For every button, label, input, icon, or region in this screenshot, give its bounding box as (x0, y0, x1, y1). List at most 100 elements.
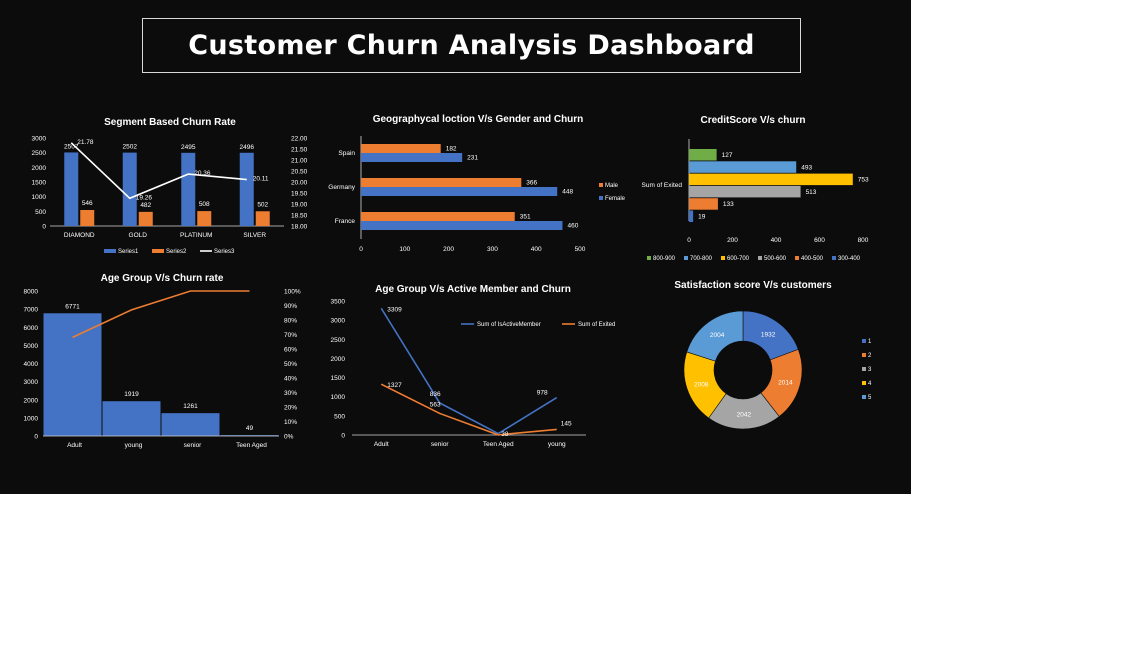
agechurn-y-tick: 2000 (24, 397, 39, 404)
credit-bar-label: 127 (722, 152, 733, 159)
geo-bar-label-female: 231 (467, 155, 478, 162)
ageactive-x-tick: Teen Aged (483, 441, 514, 448)
agechurn-y-tick: 3000 (24, 379, 39, 386)
ageactive-chart-title: Age Group V/s Active Member and Churn (375, 284, 571, 295)
credit-bar-label: 513 (806, 189, 817, 196)
ageactive-y-tick: 1000 (331, 394, 346, 401)
segment-y-tick: 1000 (32, 194, 47, 201)
satisfaction-legend-label: 3 (868, 367, 872, 373)
segment-x-tick: DIAMOND (64, 232, 95, 239)
ageactive-legend-label-exited: Sum of Exited (578, 322, 615, 328)
credit-legend-swatch (684, 256, 688, 260)
ageactive-y-tick: 2000 (331, 356, 346, 363)
agechurn-y2-tick: 20% (284, 405, 297, 412)
geo-x-tick: 100 (399, 246, 410, 253)
segment-bar-label-series2: 502 (257, 201, 268, 208)
segment-line-label-series3: 20.36 (194, 170, 211, 177)
credit-legend-label: 700-800 (690, 256, 713, 262)
agechurn-x-tick: senior (184, 442, 203, 449)
geo-x-tick: 0 (359, 246, 363, 253)
geo-x-tick: 400 (531, 246, 542, 253)
credit-legend-swatch (832, 256, 836, 260)
segment-bar-series2 (255, 211, 270, 226)
segment-legend-swatch (104, 249, 116, 253)
segment-y-tick: 3000 (32, 136, 47, 143)
geo-y-tick: Germany (328, 184, 355, 191)
segment-y2-tick: 20.50 (291, 169, 308, 176)
ageactive-point-label: 1327 (387, 382, 402, 389)
satisfaction-legend-label: 5 (868, 395, 872, 401)
credit-bar-label: 133 (723, 201, 734, 208)
credit-legend-swatch (758, 256, 762, 260)
geo-bar-female (361, 153, 463, 162)
segment-bar-series1 (239, 152, 254, 226)
segment-x-tick: GOLD (129, 232, 148, 239)
credit-legend-label: 400-500 (801, 256, 824, 262)
agechurn-y2-tick: 0% (284, 434, 294, 441)
credit-x-tick: 0 (687, 237, 691, 244)
segment-x-tick: PLATINUM (180, 232, 212, 239)
credit-bar (689, 161, 797, 173)
credit-category-label: Sum of Exited (642, 182, 683, 189)
credit-legend-swatch (721, 256, 725, 260)
satisfaction-slice-label: 2004 (710, 332, 725, 339)
ageactive-point-label: 38 (501, 431, 509, 438)
agechurn-y-tick: 7000 (24, 307, 39, 314)
credit-x-tick: 800 (858, 237, 869, 244)
segment-line-series3 (70, 142, 247, 200)
geo-legend-label-male: Male (605, 183, 619, 189)
geo-bar-label-male: 182 (446, 146, 457, 153)
charts-canvas: Segment Based Churn Rate0500100015002000… (24, 114, 872, 449)
agechurn-bar-label: 6771 (65, 303, 80, 310)
segment-y2-tick: 22.00 (291, 136, 308, 143)
geo-legend-swatch-male (599, 183, 603, 187)
agechurn-y2-tick: 70% (284, 332, 297, 339)
segment-bar-label-series1: 2496 (240, 144, 255, 151)
agechurn-x-tick: Teen Aged (236, 442, 267, 449)
segment-y2-tick: 21.50 (291, 147, 308, 154)
credit-bar-label: 19 (698, 214, 706, 221)
satisfaction-slice-label: 2042 (737, 411, 752, 418)
credit-x-tick: 200 (727, 237, 738, 244)
segment-bar-label-series2: 482 (140, 202, 151, 209)
geo-bar-female (361, 221, 563, 230)
credit-bar (689, 149, 717, 161)
agechurn-chart-title: Age Group V/s Churn rate (101, 273, 224, 284)
ageactive-x-tick: Adult (374, 441, 389, 448)
segment-y-tick: 500 (35, 209, 46, 216)
segment-y-tick: 1500 (32, 180, 47, 187)
agechurn-x-tick: young (125, 442, 143, 449)
satisfaction-legend-swatch (862, 353, 866, 357)
agechurn-bar-label: 1261 (183, 403, 198, 410)
geo-x-tick: 500 (575, 246, 586, 253)
geo-bar-label-female: 460 (567, 223, 578, 230)
agechurn-y2-tick: 50% (284, 361, 297, 368)
segment-bar-label-series1: 2495 (181, 144, 196, 151)
geo-y-tick: Spain (338, 150, 355, 157)
segment-y2-tick: 21.00 (291, 158, 308, 165)
ageactive-point-label: 3309 (387, 306, 402, 313)
ageactive-y-tick: 2500 (331, 337, 346, 344)
ageactive-point-label: 563 (430, 401, 441, 408)
segment-line-label-series3: 21.78 (77, 139, 94, 146)
geo-bar-label-male: 366 (526, 180, 537, 187)
geo-bar-male (361, 212, 515, 221)
agechurn-y2-tick: 60% (284, 347, 297, 354)
segment-legend-label: Series2 (166, 249, 187, 255)
geo-bar-male (361, 178, 522, 187)
credit-legend-label: 600-700 (727, 256, 750, 262)
satisfaction-legend-swatch (862, 339, 866, 343)
satisfaction-legend-swatch (862, 395, 866, 399)
agechurn-bar (43, 313, 102, 436)
segment-bar-series1 (122, 152, 137, 226)
geo-y-tick: France (335, 218, 356, 225)
ageactive-y-tick: 1500 (331, 375, 346, 382)
credit-bar (689, 198, 718, 210)
credit-bar-label: 493 (801, 164, 812, 171)
agechurn-y2-tick: 80% (284, 318, 297, 325)
segment-legend-swatch (152, 249, 164, 253)
geo-chart-title: Geographycal loction V/s Gender and Chur… (373, 114, 584, 125)
satisfaction-legend-swatch (862, 381, 866, 385)
agechurn-x-tick: Adult (67, 442, 82, 449)
segment-legend-label: Series1 (118, 249, 139, 255)
